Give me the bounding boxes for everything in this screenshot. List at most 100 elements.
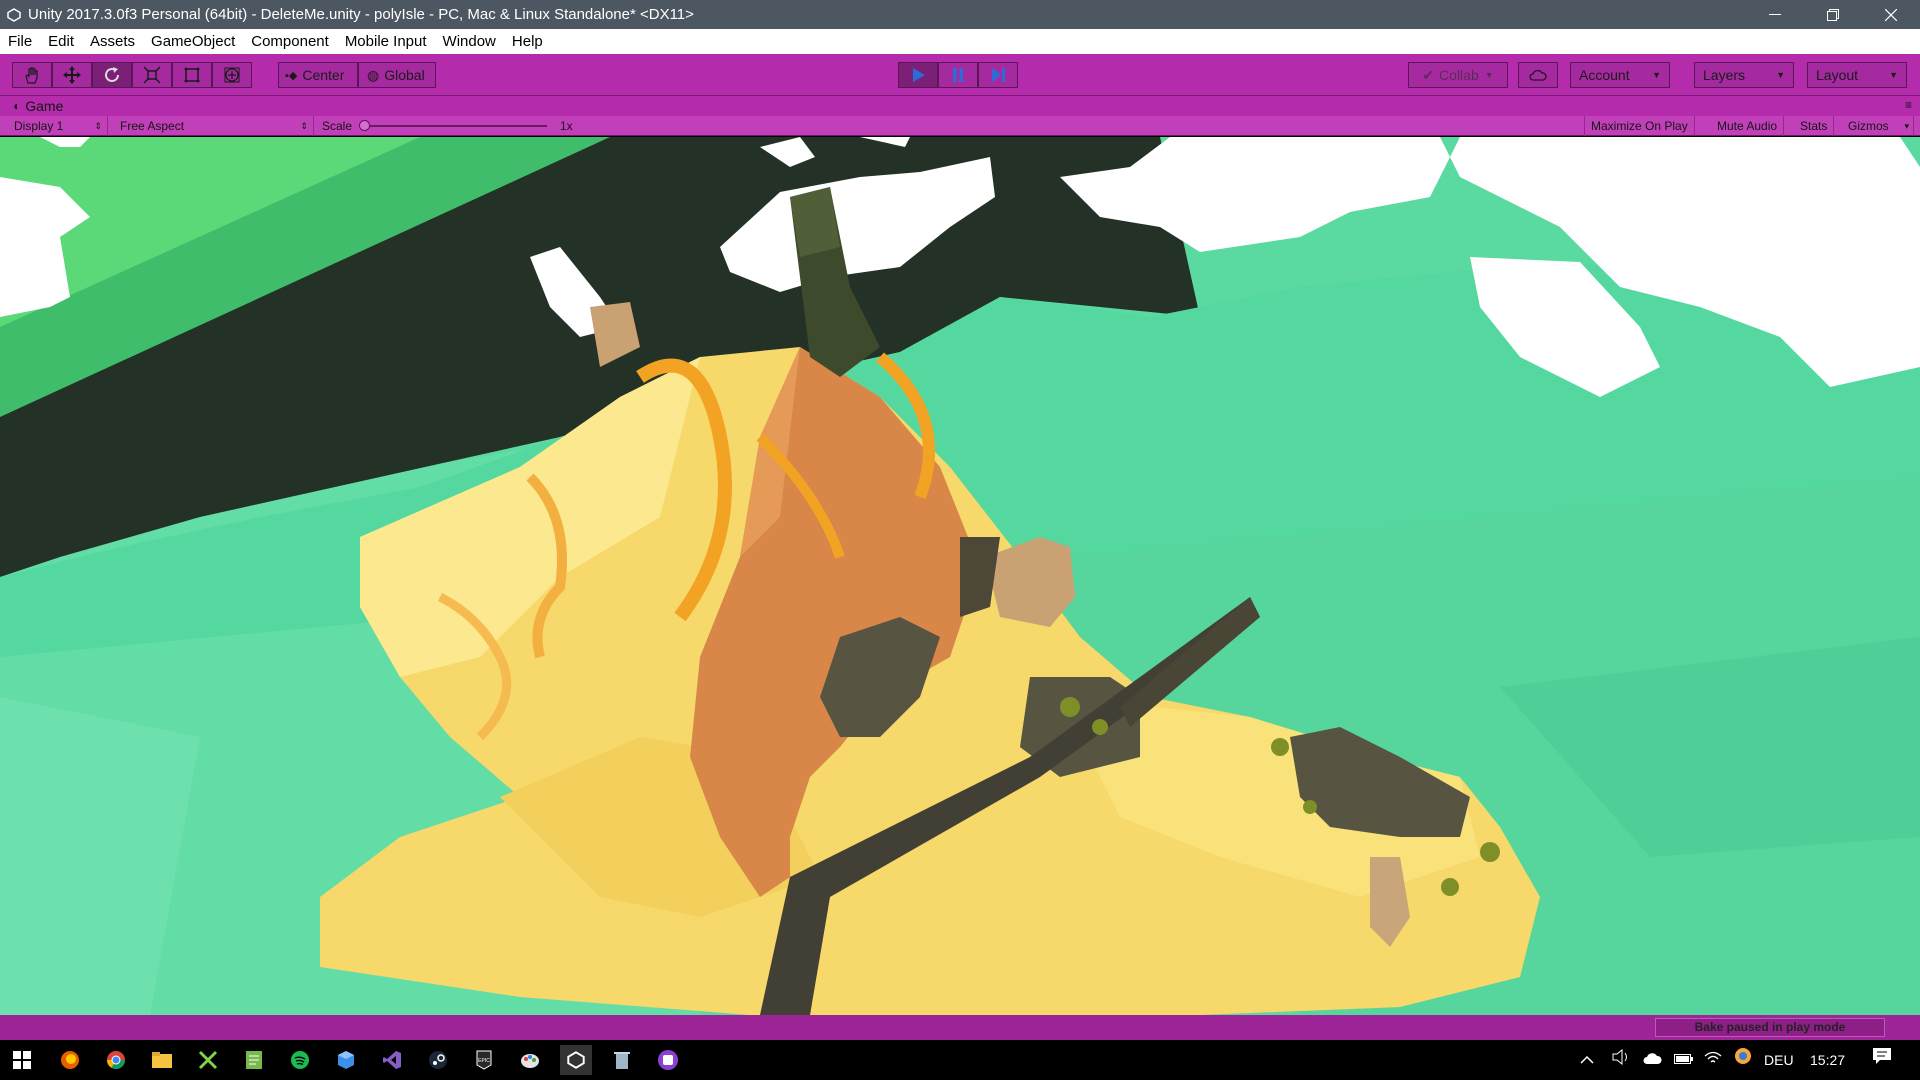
scale-slider-thumb[interactable] xyxy=(359,120,370,131)
unity-taskbar-icon[interactable] xyxy=(560,1045,592,1075)
xsplit-taskbar-icon[interactable] xyxy=(192,1045,224,1075)
rotate-tool-button[interactable] xyxy=(92,62,132,88)
display-dropdown[interactable]: Display 1 ⇕ xyxy=(8,116,108,136)
bake-status: Bake paused in play mode xyxy=(1655,1018,1885,1037)
space-global-toggle[interactable]: ◍ Global xyxy=(358,62,436,88)
chevron-down-icon: ▼ xyxy=(1484,70,1494,80)
play-button[interactable] xyxy=(898,62,938,88)
status-bar: Bake paused in play mode xyxy=(0,1015,1920,1040)
recycle-bin-taskbar-icon[interactable] xyxy=(606,1045,638,1075)
unity-logo-icon xyxy=(6,7,22,23)
3d-cube-taskbar-icon[interactable] xyxy=(330,1045,362,1075)
firefox-taskbar-icon[interactable] xyxy=(54,1045,86,1075)
layout-dropdown[interactable]: Layout ▼ xyxy=(1807,62,1907,88)
show-hidden-icons-button[interactable] xyxy=(1580,1040,1594,1080)
cloud-sync-button[interactable] xyxy=(1642,1040,1662,1080)
minimize-button[interactable] xyxy=(1746,0,1804,29)
windows-taskbar: EPIC DEU 15:27 xyxy=(0,1040,1920,1080)
app-circle-taskbar-icon[interactable] xyxy=(652,1045,684,1075)
transform-all-icon xyxy=(224,67,240,83)
game-tab-header: ◖ Game ≡ xyxy=(0,96,1920,116)
gizmos-label: Gizmos xyxy=(1848,119,1889,133)
step-icon xyxy=(992,68,1005,82)
paint-taskbar-icon[interactable] xyxy=(514,1045,546,1075)
chevron-down-icon: ▼ xyxy=(1889,70,1898,80)
main-toolbar: ▪◆ Center ◍ Global ✔ Collab ▼ Account ▼ … xyxy=(0,54,1920,96)
mute-audio-toggle[interactable]: Mute Audio xyxy=(1711,116,1785,136)
gizmos-dropdown[interactable]: Gizmos ▾ xyxy=(1842,116,1914,136)
menu-edit[interactable]: Edit xyxy=(40,29,82,54)
menu-gameobject[interactable]: GameObject xyxy=(143,29,243,54)
pivot-icon: ▪◆ xyxy=(285,69,298,82)
visual-studio-taskbar-icon[interactable] xyxy=(376,1045,408,1075)
game-controller-icon: ◖ xyxy=(12,99,20,113)
pause-button[interactable] xyxy=(938,62,978,88)
windows-logo-icon xyxy=(13,1051,31,1069)
restore-button[interactable] xyxy=(1804,0,1862,29)
scale-control: Scale 1x xyxy=(316,116,582,136)
spotify-taskbar-icon[interactable] xyxy=(284,1045,316,1075)
cloud-icon xyxy=(1529,69,1547,81)
menu-component[interactable]: Component xyxy=(243,29,337,54)
action-center-button[interactable] xyxy=(1872,1040,1892,1080)
svg-text:EPIC: EPIC xyxy=(478,1058,490,1064)
collab-dropdown[interactable]: ✔ Collab ▼ xyxy=(1408,62,1508,88)
maximize-on-play-toggle[interactable]: Maximize On Play xyxy=(1584,116,1695,136)
menu-help[interactable]: Help xyxy=(504,29,551,54)
rotate-icon xyxy=(105,67,119,82)
chrome-taskbar-icon[interactable] xyxy=(100,1045,132,1075)
menu-mobile-input[interactable]: Mobile Input xyxy=(337,29,435,54)
clock[interactable]: 15:27 xyxy=(1810,1040,1845,1080)
input-language[interactable]: DEU xyxy=(1764,1040,1794,1080)
window-title: Unity 2017.3.0f3 Personal (64bit) - Dele… xyxy=(28,6,694,23)
game-viewport[interactable] xyxy=(0,137,1920,1015)
cloud-button[interactable] xyxy=(1518,62,1558,88)
play-icon xyxy=(913,68,925,82)
file-explorer-taskbar-icon[interactable] xyxy=(146,1045,178,1075)
volume-button[interactable] xyxy=(1612,1040,1630,1080)
pivot-center-toggle[interactable]: ▪◆ Center xyxy=(278,62,358,88)
epic-games-taskbar-icon[interactable]: EPIC xyxy=(468,1045,500,1075)
menu-assets[interactable]: Assets xyxy=(82,29,143,54)
layers-dropdown[interactable]: Layers ▼ xyxy=(1694,62,1794,88)
transform-tool-button[interactable] xyxy=(212,62,252,88)
close-icon xyxy=(1885,8,1897,21)
minimize-icon xyxy=(1769,13,1781,15)
up-down-arrows-icon: ⇕ xyxy=(94,121,102,131)
stats-toggle[interactable]: Stats xyxy=(1794,116,1835,136)
move-tool-button[interactable] xyxy=(52,62,92,88)
aspect-dropdown[interactable]: Free Aspect ⇕ xyxy=(114,116,314,136)
tab-game[interactable]: Game xyxy=(25,98,63,114)
globe-icon: ◍ xyxy=(367,66,380,83)
app-tray-button[interactable] xyxy=(1734,1040,1752,1080)
tray-app-icon xyxy=(1735,1048,1751,1064)
title-bar: Unity 2017.3.0f3 Personal (64bit) - Dele… xyxy=(0,0,1920,29)
scale-slider-track[interactable] xyxy=(362,125,547,127)
check-circle-icon: ✔ xyxy=(1422,66,1435,83)
aspect-label: Free Aspect xyxy=(120,119,185,133)
close-window-button[interactable] xyxy=(1862,0,1920,29)
layers-label: Layers xyxy=(1703,67,1746,83)
steam-taskbar-icon[interactable] xyxy=(422,1045,454,1075)
game-view-bar: Display 1 ⇕ Free Aspect ⇕ Scale 1x Maxim… xyxy=(0,116,1920,136)
start-button[interactable] xyxy=(6,1045,38,1075)
pivot-label: Center xyxy=(302,67,345,83)
collab-label: Collab xyxy=(1439,67,1479,83)
scale-icon xyxy=(143,66,161,84)
wifi-button[interactable] xyxy=(1704,1040,1722,1080)
account-dropdown[interactable]: Account ▼ xyxy=(1570,62,1670,88)
battery-button[interactable] xyxy=(1674,1040,1694,1080)
scale-tool-button[interactable] xyxy=(132,62,172,88)
pause-icon xyxy=(953,68,963,82)
menu-window[interactable]: Window xyxy=(435,29,504,54)
menu-file[interactable]: File xyxy=(0,29,40,54)
display-label: Display 1 xyxy=(14,119,64,133)
account-label: Account xyxy=(1579,67,1630,83)
step-button[interactable] xyxy=(978,62,1018,88)
hand-tool-button[interactable] xyxy=(12,62,52,88)
scale-value: 1x xyxy=(560,119,573,133)
tab-menu-icon[interactable]: ≡ xyxy=(1905,98,1912,112)
rect-tool-button[interactable] xyxy=(172,62,212,88)
notepad-taskbar-icon[interactable] xyxy=(238,1045,270,1075)
chevron-down-icon: ▾ xyxy=(1904,121,1909,131)
